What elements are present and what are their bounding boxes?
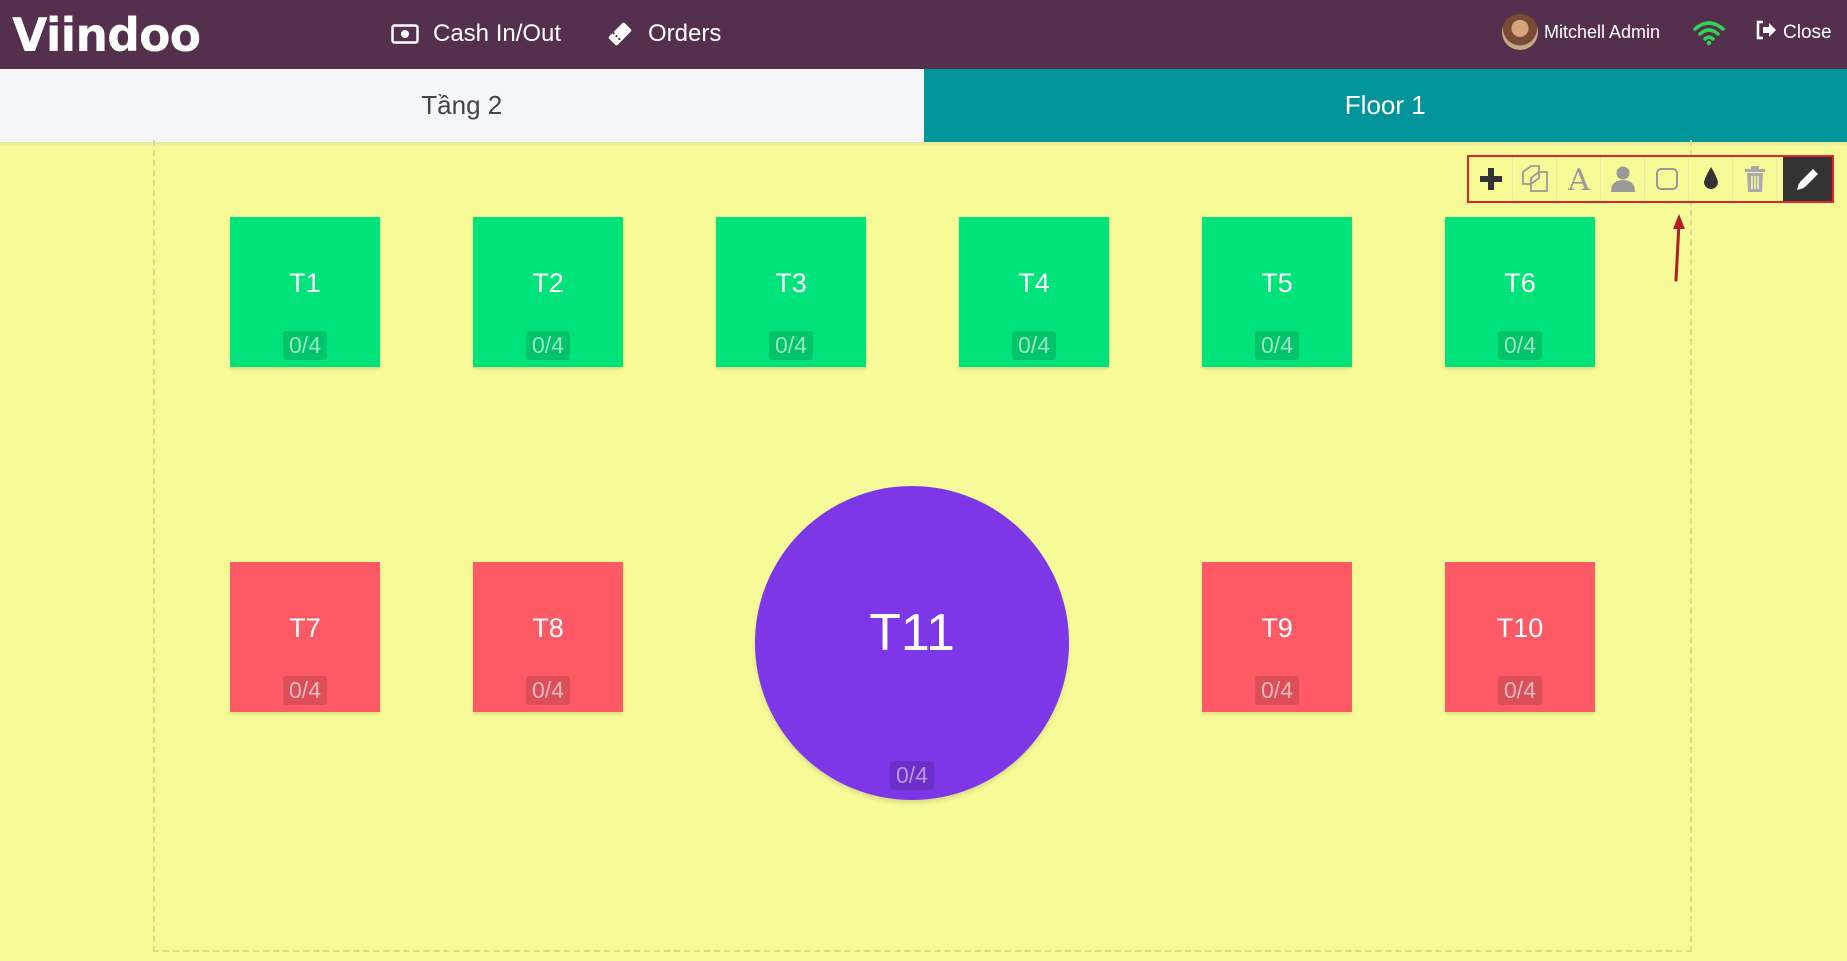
table-seats: 0/4 <box>283 331 327 360</box>
orders-button[interactable]: Orders <box>606 16 721 52</box>
table-name: T1 <box>289 267 321 298</box>
tab-floor-1[interactable]: Floor 1 <box>923 69 1847 142</box>
annotation-arrow-icon <box>1668 213 1688 288</box>
trash-icon[interactable] <box>1733 157 1777 201</box>
table-name: T6 <box>1504 267 1536 298</box>
duplicate-icon[interactable] <box>1513 157 1557 201</box>
plus-icon[interactable] <box>1469 157 1513 201</box>
top-bar: Viindoo Cash In/Out Orders Mitchell Admi… <box>0 0 1847 69</box>
table-t9[interactable]: T9 0/4 <box>1202 562 1352 712</box>
table-seats: 0/4 <box>526 676 570 705</box>
table-name: T2 <box>532 267 564 298</box>
table-seats: 0/4 <box>1498 331 1542 360</box>
avatar <box>1502 14 1538 50</box>
table-seats: 0/4 <box>769 331 813 360</box>
table-name: T5 <box>1261 267 1293 298</box>
table-name: T10 <box>1496 612 1544 643</box>
table-name: T11 <box>869 604 955 662</box>
table-seats: 0/4 <box>283 676 327 705</box>
table-t10[interactable]: T10 0/4 <box>1445 562 1595 712</box>
color-drop-icon[interactable] <box>1689 157 1733 201</box>
svg-text:A: A <box>1567 164 1590 194</box>
cash-in-out-button[interactable]: Cash In/Out <box>391 16 561 52</box>
table-t8[interactable]: T8 0/4 <box>473 562 623 712</box>
table-seats: 0/4 <box>1255 331 1299 360</box>
table-name: T8 <box>532 612 564 643</box>
viindoo-logo: Viindoo <box>12 8 201 62</box>
table-t3[interactable]: T3 0/4 <box>716 217 866 367</box>
close-button[interactable]: Close <box>1755 20 1832 46</box>
table-seats: 0/4 <box>1255 676 1299 705</box>
user-name: Mitchell Admin <box>1544 21 1661 42</box>
tab-tang-2[interactable]: Tầng 2 <box>0 69 924 142</box>
table-t5[interactable]: T5 0/4 <box>1202 217 1352 367</box>
floor-tabs: Tầng 2 Floor 1 <box>0 69 1847 142</box>
table-name: T3 <box>775 267 807 298</box>
table-name: T4 <box>1018 267 1050 298</box>
user-menu[interactable]: Mitchell Admin <box>1502 14 1660 50</box>
ticket-icon <box>606 20 634 48</box>
sign-out-icon <box>1755 20 1777 46</box>
table-seats: 0/4 <box>1012 331 1056 360</box>
text-icon[interactable]: A <box>1557 157 1601 201</box>
wifi-icon <box>1693 20 1725 51</box>
table-t4[interactable]: T4 0/4 <box>959 217 1109 367</box>
table-t6[interactable]: T6 0/4 <box>1445 217 1595 367</box>
table-seats: 0/4 <box>526 331 570 360</box>
cash-in-out-label: Cash In/Out <box>433 20 562 47</box>
money-icon <box>391 24 419 44</box>
edit-toolbar: A <box>1467 155 1834 203</box>
pencil-icon[interactable] <box>1783 157 1832 201</box>
table-seats: 0/4 <box>1498 676 1542 705</box>
table-name: T9 <box>1261 612 1293 643</box>
table-seats: 0/4 <box>890 761 934 790</box>
orders-label: Orders <box>648 20 722 47</box>
table-name: T7 <box>289 612 321 643</box>
table-t1[interactable]: T1 0/4 <box>230 217 380 367</box>
user-icon[interactable] <box>1601 157 1645 201</box>
table-t7[interactable]: T7 0/4 <box>230 562 380 712</box>
table-t2[interactable]: T2 0/4 <box>473 217 623 367</box>
table-t11[interactable]: T11 0/4 <box>755 486 1069 800</box>
shape-icon[interactable] <box>1645 157 1689 201</box>
close-label: Close <box>1783 22 1832 43</box>
